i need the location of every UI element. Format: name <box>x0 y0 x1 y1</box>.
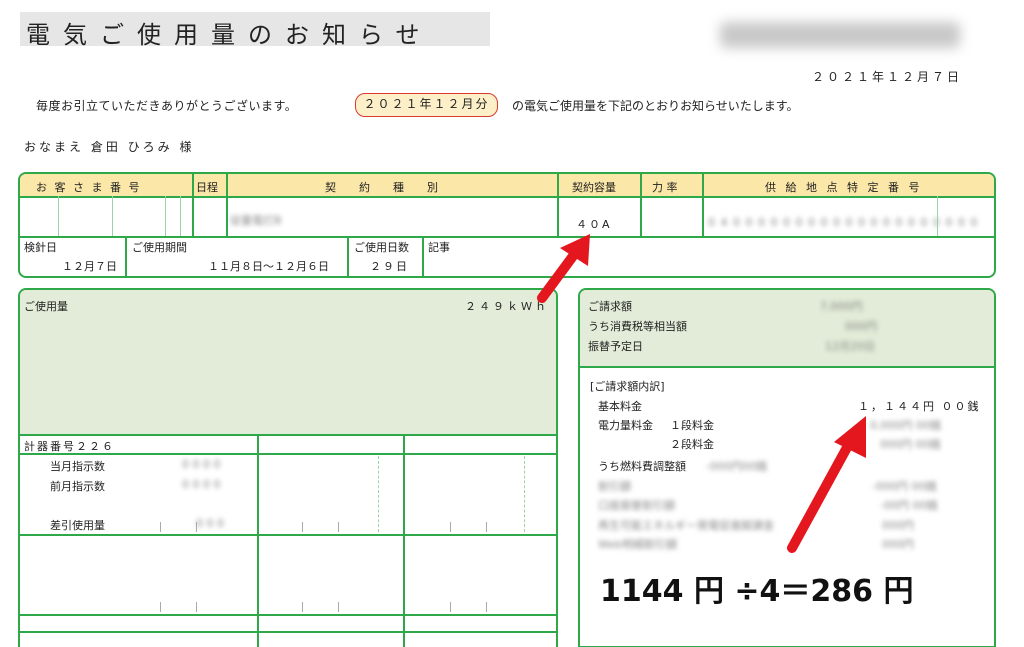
usage-panel: ご使用量 ２４９ｋＷｈ 計器番号２２６ 当月指示数 0 0 0 0 前月指示数 … <box>18 288 558 647</box>
greeting-prefix: 毎度お引立ていただきありがとうございます。 <box>36 99 298 113</box>
extra-row-label: 口座振替割引額 <box>598 499 675 512</box>
transfer-date-label: 振替予定日 <box>588 340 643 353</box>
base-fee-label: 基本料金 <box>598 400 642 413</box>
fuel-adjust-label: うち燃料費調整額 <box>598 460 686 473</box>
col-customer-no: お 客 さ ま 番 号 <box>36 181 142 194</box>
col-capacity: 契約容量 <box>572 181 616 194</box>
issue-date: ２０２１年１２月７日 <box>812 70 963 84</box>
period-label: ご使用期間 <box>132 241 187 254</box>
current-reading-value: 0 0 0 0 <box>182 458 221 471</box>
transfer-date-value: 12月20日 <box>825 340 875 353</box>
billing-period-badge: ２０２１年１２月分 <box>355 93 498 117</box>
meter-no-label: 計器番号２２６ <box>24 440 115 453</box>
tax-label: うち消費税等相当額 <box>588 320 687 333</box>
breakdown-label: [ご請求額内訳] <box>590 380 665 393</box>
tier2-label: ２段料金 <box>670 438 714 451</box>
col-supply-point: 供 給 地 点 特 定 番 号 <box>765 181 923 194</box>
company-name-blurred <box>720 22 960 48</box>
title-banner: 電気ご使用量のお知らせ <box>20 12 490 49</box>
extra-row-value: 000円 <box>882 519 914 532</box>
previous-reading-value: 0 0 0 0 <box>182 478 221 491</box>
col-power-factor: 力 率 <box>652 181 678 194</box>
diff-usage-label: 差引使用量 <box>50 519 105 532</box>
page-title: 電気ご使用量のお知らせ <box>26 21 433 49</box>
days-label: ご使用日数 <box>354 241 409 254</box>
contract-table: お 客 さ ま 番 号 日程 契 約 種 別 契約容量 力 率 供 給 地 点 … <box>18 172 996 278</box>
extra-row-label: Web明細割引額 <box>598 538 677 551</box>
current-reading-label: 当月指示数 <box>50 460 105 473</box>
capacity-arrow-icon <box>537 234 590 303</box>
meter-day-value: １２月７日 <box>62 260 117 273</box>
previous-reading-label: 前月指示数 <box>50 480 105 493</box>
period-value: １１月８日～１２月６日 <box>208 260 329 273</box>
contract-type-value: 従量電灯B <box>230 214 282 227</box>
fuel-adjust-value: -000円00銭 <box>706 460 767 473</box>
greeting-suffix: の電気ご使用量を下記のとおりお知らせいたします。 <box>512 99 799 113</box>
tier2-value: 000円 00銭 <box>880 438 941 451</box>
customer-name: おなまえ 倉田 ひろみ 様 <box>24 140 195 154</box>
diff-usage-value: 0 0 0 <box>196 517 224 530</box>
tier1-label: １段料金 <box>670 419 714 432</box>
tier1-value: 0,000円 00銭 <box>870 419 941 432</box>
annotation-formula: 1144 円 ÷4＝286 円 <box>600 574 914 609</box>
extra-row-value: -000円 00銭 <box>872 480 937 493</box>
extra-row-value: -00円 00銭 <box>880 499 938 512</box>
col-day: 日程 <box>196 181 218 194</box>
extra-row-label: 割引額 <box>598 480 631 493</box>
tax-value: 000円 <box>845 320 877 333</box>
col-contract-type: 契 約 種 別 <box>325 181 444 194</box>
days-value: ２９日 <box>370 260 409 273</box>
amount-value: 7,000円 <box>820 300 863 313</box>
meter-day-label: 検針日 <box>24 241 57 254</box>
extra-row-label: 再生可能エネルギー発電促進賦課金 <box>598 519 774 532</box>
energy-fee-label: 電力量料金 <box>598 419 653 432</box>
extra-row-value: 000円 <box>882 538 914 551</box>
usage-label: ご使用量 <box>24 300 68 313</box>
notes-label: 記事 <box>428 241 450 254</box>
base-fee-arrow-icon <box>787 416 866 553</box>
